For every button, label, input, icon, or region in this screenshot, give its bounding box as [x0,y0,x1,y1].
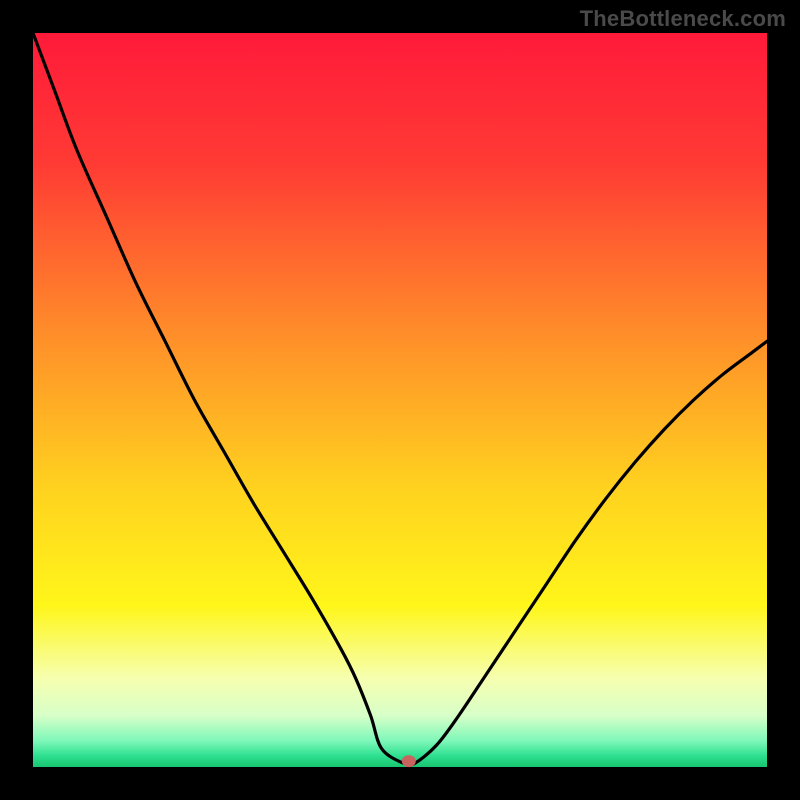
chart-frame: { "watermark": "TheBottleneck.com", "col… [0,0,800,800]
bottleneck-chart [0,0,800,800]
optimal-point-marker [402,755,416,767]
watermark-text: TheBottleneck.com [580,6,786,32]
gradient-background [33,33,767,767]
